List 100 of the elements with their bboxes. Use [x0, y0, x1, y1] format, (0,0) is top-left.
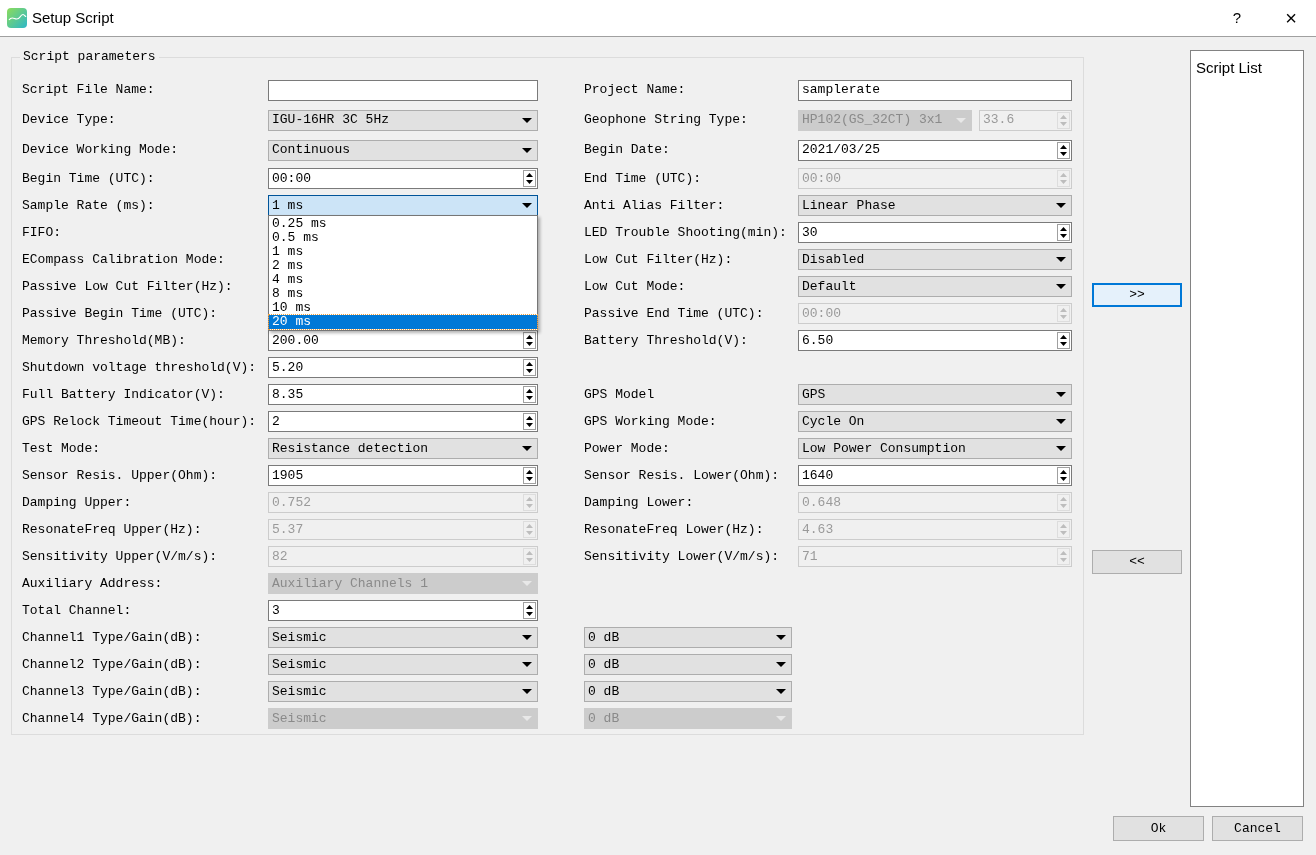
text-field[interactable]: samplerate [798, 79, 1072, 101]
add-button[interactable]: >> [1092, 283, 1182, 307]
dropdown[interactable]: Cycle On [798, 411, 1072, 432]
spin-arrows-icon [523, 332, 536, 349]
dropdown-option[interactable]: 8 ms [269, 287, 537, 301]
field-label: Script File Name: [22, 82, 155, 98]
caret-icon [1056, 203, 1066, 208]
caret-icon [522, 662, 532, 667]
field-label: Begin Time (UTC): [22, 170, 155, 186]
field-label: ECompass Calibration Mode: [22, 251, 225, 267]
dropdown[interactable]: 0 dB [584, 654, 792, 675]
field-label: Sample Rate (ms): [22, 197, 155, 213]
field-label: Geophone String Type: [584, 112, 748, 128]
spin-box[interactable]: 00:00 [268, 168, 538, 189]
app-logo-icon [7, 8, 27, 28]
field-label: Power Mode: [584, 440, 670, 456]
spin-arrows-icon [523, 494, 536, 511]
field-label: GPS Working Mode: [584, 413, 717, 429]
field-label: Shutdown voltage threshold(V): [22, 359, 257, 375]
caret-icon [522, 716, 532, 721]
spin-arrows-icon [1057, 305, 1070, 322]
spin-arrows-icon [1057, 111, 1070, 129]
spin-arrows-icon [1057, 224, 1070, 241]
dropdown[interactable]: Disabled [798, 249, 1072, 270]
dropdown[interactable]: Continuous [268, 139, 538, 161]
spin-arrows-icon [523, 521, 536, 538]
window-title: Setup Script [32, 7, 114, 28]
field-label: Memory Threshold(MB): [22, 332, 186, 348]
spin-box[interactable]: 3 [268, 600, 538, 621]
dropdown[interactable]: Seismic [268, 681, 538, 702]
caret-icon [956, 117, 966, 123]
caret-icon [1056, 257, 1066, 262]
spin-arrows-icon [523, 359, 536, 376]
text-field[interactable] [268, 79, 538, 101]
field-label: Low Cut Mode: [584, 278, 686, 294]
dropdown[interactable]: Seismic [268, 627, 538, 648]
caret-icon [776, 689, 786, 694]
dropdown-option[interactable]: 20 ms [269, 315, 537, 329]
caret-icon [1056, 419, 1066, 424]
dropdown[interactable]: Low Power Consumption [798, 438, 1072, 459]
spin-arrows-icon [523, 548, 536, 565]
dropdown[interactable]: 0 dB [584, 681, 792, 702]
spin-box[interactable]: 2 [268, 411, 538, 432]
field-label: Channel1 Type/Gain(dB): [22, 629, 202, 645]
field-label: GPS Relock Timeout Time(hour): [22, 413, 257, 429]
field-label: Passive Low Cut Filter(Hz): [22, 278, 233, 294]
field-label: Passive Begin Time (UTC): [22, 305, 218, 321]
caret-icon [776, 635, 786, 640]
spin-box[interactable]: 200.00 [268, 330, 538, 351]
dropdown[interactable]: GPS [798, 384, 1072, 405]
spin-box[interactable]: 8.35 [268, 384, 538, 405]
spin-arrows-icon [1057, 548, 1070, 565]
field-label: Test Mode: [22, 440, 100, 456]
field-label: Sensor Resis. Upper(Ohm): [22, 467, 218, 483]
close-button[interactable]: × [1276, 8, 1306, 28]
spin-arrows-icon [523, 386, 536, 403]
field-label: End Time (UTC): [584, 170, 702, 186]
remove-button[interactable]: << [1092, 550, 1182, 574]
dropdown-option[interactable]: 0.25 ms [269, 217, 537, 231]
dropdown-option[interactable]: 0.5 ms [269, 231, 537, 245]
caret-icon [776, 716, 786, 721]
dropdown[interactable]: Seismic [268, 654, 538, 675]
field-label: Low Cut Filter(Hz): [584, 251, 733, 267]
field-label: Battery Threshold(V): [584, 332, 748, 348]
ok-button[interactable]: Ok [1113, 816, 1204, 841]
field-label: Project Name: [584, 82, 686, 98]
spin-box[interactable]: 5.20 [268, 357, 538, 378]
field-label: Damping Upper: [22, 494, 132, 510]
dropdown[interactable]: 0 dB [584, 627, 792, 648]
field-label: Channel3 Type/Gain(dB): [22, 683, 202, 699]
field-label: Full Battery Indicator(V): [22, 386, 225, 402]
dropdown-option[interactable]: 10 ms [269, 301, 537, 315]
spin-arrows-icon [1057, 494, 1070, 511]
list-title: Script List [1196, 59, 1262, 76]
spin-box[interactable]: 1905 [268, 465, 538, 486]
field-label: Total Channel: [22, 602, 132, 618]
spin-box[interactable]: 2021/03/25 [798, 139, 1072, 161]
caret-icon [522, 635, 532, 640]
caret-icon [522, 147, 532, 153]
dropdown-option[interactable]: 1 ms [269, 245, 537, 259]
dropdown[interactable]: Linear Phase [798, 195, 1072, 216]
spin-arrows-icon [523, 467, 536, 484]
spin-arrows-icon [1057, 141, 1070, 159]
dropdown-option[interactable]: 4 ms [269, 273, 537, 287]
spin-arrows-icon [1057, 521, 1070, 538]
cancel-button[interactable]: Cancel [1212, 816, 1303, 841]
dropdown[interactable]: IGU-16HR 3C 5Hz [268, 109, 538, 131]
dropdown-option[interactable]: 2 ms [269, 259, 537, 273]
dropdown[interactable]: Resistance detection [268, 438, 538, 459]
spin-box[interactable]: 1640 [798, 465, 1072, 486]
spin-box[interactable]: 30 [798, 222, 1072, 243]
field-label: FIFO: [22, 224, 61, 240]
help-button[interactable]: ? [1222, 6, 1252, 30]
field-label: Passive End Time (UTC): [584, 305, 764, 321]
field-label: Sensitivity Upper(V/m/s): [22, 548, 218, 564]
spin-arrows-icon [523, 413, 536, 430]
field-label: Channel4 Type/Gain(dB): [22, 710, 202, 726]
field-label: Device Working Mode: [22, 142, 179, 158]
spin-box[interactable]: 6.50 [798, 330, 1072, 351]
dropdown[interactable]: Default [798, 276, 1072, 297]
